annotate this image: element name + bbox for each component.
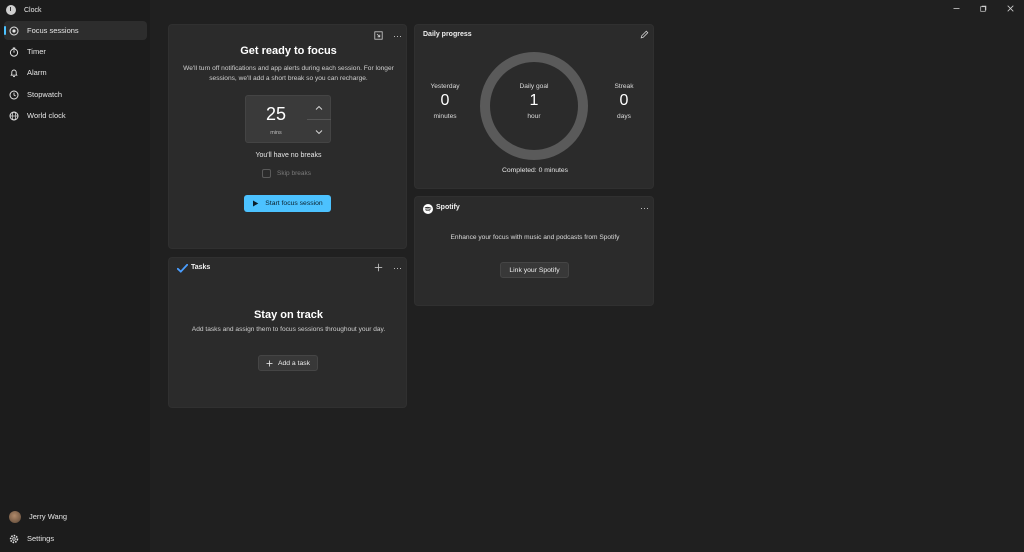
- sidebar-item-label: World clock: [27, 111, 66, 120]
- spotify-more-options-button[interactable]: ···: [638, 201, 651, 214]
- user-profile[interactable]: Jerry Wang: [4, 507, 147, 526]
- yesterday-value: 0: [440, 92, 450, 109]
- sidebar-item-timer[interactable]: Timer: [4, 42, 147, 61]
- sidebar-item-focus-sessions[interactable]: Focus sessions: [4, 21, 147, 40]
- start-focus-session-label: Start focus session: [265, 200, 323, 207]
- focus-heading: Get ready to focus: [240, 45, 337, 57]
- streak-value: 0: [619, 92, 629, 109]
- tasks-card: Tasks ··· Stay on track Add tasks and as…: [168, 257, 407, 408]
- skip-breaks-checkbox[interactable]: [262, 168, 271, 178]
- streak-unit: days: [617, 113, 631, 120]
- link-spotify-button[interactable]: Link your Spotify: [500, 262, 569, 278]
- todo-check-icon: [177, 264, 188, 273]
- plus-icon: [266, 360, 273, 366]
- yesterday-unit: minutes: [433, 113, 457, 120]
- clock-app-icon: [6, 5, 16, 15]
- app-title-bar: Clock: [6, 4, 42, 16]
- add-task-icon-button[interactable]: [372, 261, 385, 274]
- gear-icon: [9, 534, 19, 544]
- close-icon: [1007, 4, 1014, 12]
- restore-button[interactable]: [970, 0, 997, 16]
- add-task-label: Add a task: [277, 359, 311, 367]
- sidebar-item-label: Alarm: [27, 68, 47, 77]
- sidebar-item-world-clock[interactable]: World clock: [4, 106, 147, 125]
- breaks-info: You'll have no breaks: [255, 152, 322, 159]
- streak-label: Streak: [614, 83, 634, 90]
- link-spotify-label: Link your Spotify: [509, 266, 560, 274]
- close-button[interactable]: [997, 0, 1024, 16]
- duration-value[interactable]: 25: [246, 104, 306, 125]
- daily-goal-stat: Daily goal 1 hour: [504, 83, 564, 120]
- plus-icon: [374, 263, 383, 272]
- compact-overlay-icon: [374, 31, 383, 40]
- spotify-card: Spotify ··· Enhance your focus with musi…: [414, 196, 654, 306]
- duration-unit: mins: [270, 130, 282, 136]
- pencil-icon: [640, 30, 649, 39]
- daily-progress-card: Daily progress Yesterday 0 minutes Daily…: [414, 24, 654, 189]
- compact-view-button[interactable]: [372, 29, 385, 42]
- play-icon: [253, 200, 259, 207]
- alarm-bell-icon: [9, 68, 19, 78]
- focus-session-card: ··· Get ready to focus We'll turn off no…: [168, 24, 407, 249]
- decrease-duration-button[interactable]: [307, 120, 331, 143]
- spotify-description: Enhance your focus with music and podcas…: [450, 234, 620, 241]
- streak-stat: Streak 0 days: [594, 83, 654, 120]
- sidebar-item-settings[interactable]: Settings: [4, 529, 147, 548]
- sidebar-item-alarm[interactable]: Alarm: [4, 63, 147, 82]
- spotify-title: Spotify: [436, 204, 460, 211]
- globe-icon: [9, 111, 19, 121]
- sidebar-item-label: Stopwatch: [27, 90, 63, 99]
- yesterday-stat: Yesterday 0 minutes: [415, 83, 475, 120]
- focus-description: We'll turn off notifications and app ale…: [183, 65, 394, 82]
- more-options-button[interactable]: ···: [391, 29, 404, 42]
- sidebar: Clock Focus sessions Timer Alarm Stopwat…: [0, 0, 150, 552]
- sidebar-item-label: Settings: [27, 534, 55, 543]
- add-task-button[interactable]: Add a task: [258, 355, 318, 371]
- app-title: Clock: [24, 6, 42, 14]
- tasks-heading: Stay on track: [253, 309, 324, 321]
- user-name: Jerry Wang: [29, 512, 68, 521]
- daily-goal-value: 1: [529, 92, 539, 109]
- skip-breaks-label: Skip breaks: [277, 169, 311, 177]
- start-focus-session-button[interactable]: Start focus session: [244, 195, 331, 212]
- chevron-up-icon: [315, 105, 323, 110]
- more-icon: ···: [393, 262, 402, 273]
- restore-icon: [980, 5, 987, 12]
- skip-breaks-option[interactable]: Skip breaks: [262, 168, 311, 178]
- avatar: [9, 510, 21, 523]
- increase-duration-button[interactable]: [307, 96, 331, 119]
- minimize-button[interactable]: [943, 0, 970, 16]
- tasks-description: Add tasks and assign them to focus sessi…: [191, 326, 386, 333]
- timer-icon: [9, 47, 19, 57]
- focus-icon: [9, 26, 19, 36]
- daily-goal-label: Daily goal: [519, 83, 549, 90]
- window-controls: [943, 0, 1024, 16]
- completed-summary: Completed: 0 minutes: [501, 167, 569, 174]
- more-icon: ···: [640, 202, 649, 213]
- stopwatch-icon: [9, 90, 19, 100]
- more-icon: ···: [393, 30, 402, 41]
- sidebar-item-label: Timer: [27, 47, 46, 56]
- minimize-icon: [953, 7, 960, 9]
- daily-goal-unit: hour: [527, 113, 541, 120]
- sidebar-item-stopwatch[interactable]: Stopwatch: [4, 85, 147, 104]
- sidebar-item-label: Focus sessions: [27, 26, 79, 35]
- yesterday-label: Yesterday: [430, 83, 460, 90]
- daily-progress-title: Daily progress: [423, 31, 472, 38]
- chevron-down-icon: [315, 129, 323, 134]
- spotify-logo-icon: [423, 204, 433, 214]
- tasks-title: Tasks: [191, 264, 211, 271]
- duration-stepper[interactable]: 25 mins: [245, 95, 331, 143]
- edit-goal-button[interactable]: [638, 28, 651, 41]
- tasks-more-options-button[interactable]: ···: [391, 261, 404, 274]
